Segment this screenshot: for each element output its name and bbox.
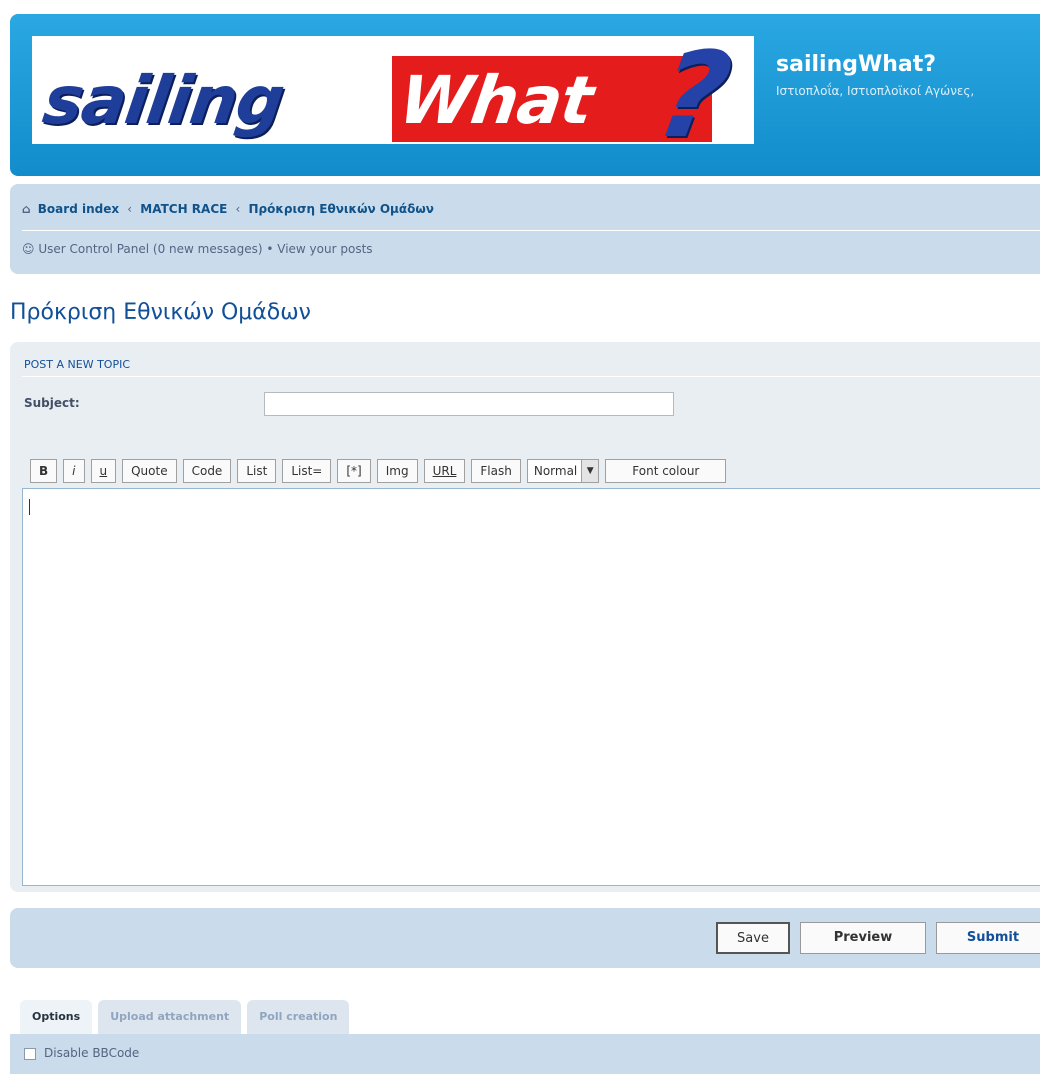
logo-sailing-text: sailing [38,62,289,139]
subject-input[interactable] [264,392,674,416]
user-control-bar: ☺ User Control Panel (0 new messages) • … [22,242,373,256]
navbar: ⌂ Board index ‹ MATCH RACE ‹ Πρόκριση Εθ… [10,184,1040,274]
font-size-value: Normal [533,464,578,478]
quote-button[interactable]: Quote [122,459,177,483]
breadcrumb-current-forum[interactable]: Πρόκριση Εθνικών Ομάδων [249,202,434,216]
bbcode-toolbar: B i u Quote Code List List= [*] Img URL … [30,458,727,484]
underline-button[interactable]: u [90,459,117,483]
text-cursor [29,499,30,515]
bullet-separator: • [266,242,274,256]
site-description: Ιστιοπλοΐα, Ιστιοπλοϊκοί Αγώνες, [776,84,975,98]
breadcrumb-board-index[interactable]: Board index [38,202,119,216]
breadcrumb-separator: ‹ [127,202,133,216]
submit-buttons-bar: Save Preview Submit [10,908,1040,968]
flash-button[interactable]: Flash [471,459,521,483]
code-button[interactable]: Code [182,459,232,483]
chevron-down-icon[interactable]: ▼ [581,460,599,482]
disable-bbcode-label: Disable BBCode [44,1046,140,1060]
breadcrumb: ⌂ Board index ‹ MATCH RACE ‹ Πρόκριση Εθ… [22,202,434,216]
italic-button[interactable]: i [63,459,85,483]
font-size-select[interactable]: Normal ▼ [526,459,600,483]
panel-heading: POST A NEW TOPIC [24,358,130,371]
tab-poll-creation[interactable]: Poll creation [247,1000,350,1034]
logo-question-mark: ? [647,26,741,164]
url-button[interactable]: URL [423,459,466,483]
save-button[interactable]: Save [716,922,790,954]
subject-label: Subject: [24,396,80,410]
divider [22,376,1040,377]
post-form-panel: POST A NEW TOPIC Subject: B i u Quote Co… [10,342,1040,892]
user-icon: ☺ [22,242,35,256]
page-title[interactable]: Πρόκριση Εθνικών Ομάδων [10,300,311,325]
logo-what-text: What [394,62,598,139]
options-panel: Disable BBCode [10,1034,1040,1074]
submit-button[interactable]: Submit [936,922,1040,954]
ordered-list-button[interactable]: List= [282,459,332,483]
view-your-posts-link[interactable]: View your posts [277,242,372,256]
site-title[interactable]: sailingWhat? [776,52,936,77]
list-item-button[interactable]: [*] [337,459,371,483]
message-textarea[interactable] [22,488,1040,886]
tab-upload-attachment[interactable]: Upload attachment [98,1000,242,1034]
divider [22,230,1040,231]
list-button[interactable]: List [237,459,277,483]
form-tabs: Options Upload attachment Poll creation [20,1000,350,1034]
disable-bbcode-checkbox[interactable] [24,1048,36,1060]
new-messages-count[interactable]: (0 new messages) [153,242,263,256]
font-colour-button[interactable]: Font colour [605,459,727,483]
tab-options[interactable]: Options [20,1000,93,1034]
home-icon: ⌂ [22,202,31,216]
breadcrumb-separator: ‹ [235,202,241,216]
bold-button[interactable]: B [30,459,58,483]
site-header: sailing What ? sailingWhat? Ιστιοπλοΐα, … [10,14,1040,176]
breadcrumb-match-race[interactable]: MATCH RACE [140,202,227,216]
site-logo[interactable]: sailing What ? [32,26,754,164]
img-button[interactable]: Img [376,459,418,483]
user-control-panel-link[interactable]: User Control Panel [38,242,149,256]
preview-button[interactable]: Preview [800,922,926,954]
